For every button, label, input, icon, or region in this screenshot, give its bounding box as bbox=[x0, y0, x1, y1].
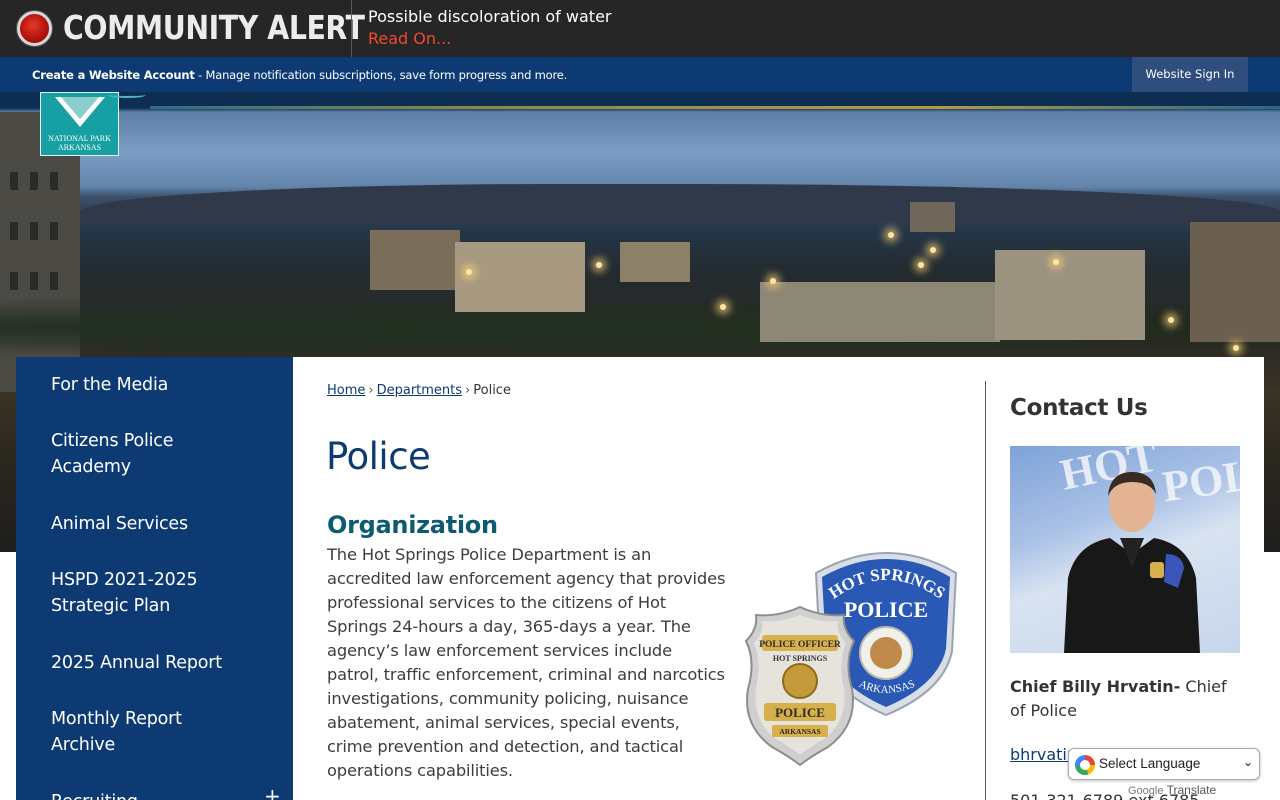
shield-officer-text: POLICE OFFICER bbox=[759, 640, 841, 650]
alert-title: COMMUNITY ALERT bbox=[63, 8, 365, 47]
nav-item-citizens-police-academy[interactable]: Citizens Police Academy bbox=[51, 428, 221, 480]
google-g-icon bbox=[1075, 755, 1095, 775]
expand-plus-icon[interactable]: + bbox=[264, 784, 281, 800]
logo-chevron-icon bbox=[55, 97, 105, 127]
nav-item-animal-services[interactable]: Animal Services bbox=[51, 511, 271, 537]
city-light bbox=[918, 262, 924, 268]
website-sign-in-button[interactable]: Website Sign In bbox=[1132, 57, 1248, 92]
chief-portrait-icon bbox=[1064, 472, 1200, 653]
nav-item-recruiting[interactable]: Recruiting bbox=[51, 789, 251, 800]
logo-swoosh-icon bbox=[108, 92, 146, 98]
city-light bbox=[770, 278, 776, 284]
organization-description: The Hot Springs Police Department is an … bbox=[327, 545, 726, 780]
powered-by-google-translate[interactable]: Google Translate bbox=[1128, 783, 1216, 797]
alert-message[interactable]: Possible discoloration of water bbox=[368, 7, 611, 26]
building bbox=[1190, 222, 1280, 342]
community-alert-bar: COMMUNITY ALERT Possible discoloration o… bbox=[0, 0, 1280, 57]
alert-read-on-link[interactable]: Read On... bbox=[368, 29, 451, 48]
chief-name-bold: Chief Billy Hrvatin- bbox=[1010, 677, 1181, 696]
main-content: Home › Departments › Police Police Organizat… bbox=[293, 357, 1264, 800]
breadcrumb-current: Police bbox=[473, 383, 511, 398]
mountain-ridge bbox=[80, 184, 1280, 224]
language-select[interactable]: Select Language ⌄ bbox=[1068, 748, 1260, 780]
logo-text: NATIONAL PARK ARKANSAS bbox=[41, 134, 118, 152]
breadcrumb-departments-link[interactable]: Departments bbox=[377, 383, 462, 398]
chief-name: Chief Billy Hrvatin- Chief of Police bbox=[1010, 675, 1240, 723]
google-wordmark: Google bbox=[1128, 785, 1164, 797]
language-select-label: Select Language bbox=[1099, 756, 1201, 771]
logo-line-2: ARKANSAS bbox=[57, 143, 102, 152]
shield-city-text: HOT SPRINGS bbox=[773, 654, 828, 663]
alert-divider bbox=[351, 0, 352, 57]
chief-photo: HOT POLIC bbox=[1010, 446, 1240, 653]
city-light bbox=[720, 304, 726, 310]
breadcrumb: Home › Departments › Police bbox=[327, 383, 511, 398]
create-account-link[interactable]: Create a Website Account bbox=[32, 68, 195, 82]
city-light bbox=[596, 262, 602, 268]
nav-item-monthly-report-archive[interactable]: Monthly Report Archive bbox=[51, 706, 231, 758]
building bbox=[910, 202, 955, 232]
city-light bbox=[1053, 259, 1059, 265]
account-bar: Create a Website Account - Manage notifi… bbox=[0, 57, 1280, 92]
shield-state-text: ARKANSAS bbox=[779, 727, 820, 736]
city-light bbox=[466, 269, 472, 275]
police-shield-icon: POLICE OFFICER HOT SPRINGS POLICE ARKANS… bbox=[744, 605, 856, 767]
nav-item-for-the-media[interactable]: For the Media bbox=[51, 372, 271, 398]
account-description: - Manage notification subscriptions, sav… bbox=[194, 68, 568, 82]
building bbox=[760, 282, 1000, 342]
translate-word: Translate bbox=[1166, 783, 1217, 797]
city-logo[interactable]: NATIONAL PARK ARKANSAS bbox=[40, 92, 119, 156]
alert-beacon-icon bbox=[17, 11, 52, 46]
nav-item-annual-report[interactable]: 2025 Annual Report bbox=[51, 650, 281, 676]
account-prompt: Create a Website Account - Manage notifi… bbox=[32, 68, 567, 82]
building bbox=[995, 250, 1145, 340]
content-divider bbox=[985, 381, 986, 800]
breadcrumb-home-link[interactable]: Home bbox=[327, 383, 365, 398]
contact-us-heading: Contact Us bbox=[1010, 395, 1148, 421]
building bbox=[455, 242, 585, 312]
city-light bbox=[930, 247, 936, 253]
building bbox=[620, 242, 690, 282]
city-light bbox=[1168, 317, 1174, 323]
side-navigation: For the Media Citizens Police Academy An… bbox=[16, 357, 293, 800]
header-accent-line bbox=[150, 106, 1280, 109]
page-title: Police bbox=[326, 435, 431, 478]
section-title-organization: Organization bbox=[327, 511, 498, 539]
shield-police-text: POLICE bbox=[775, 705, 825, 720]
breadcrumb-separator: › bbox=[368, 383, 374, 398]
police-badges-image: HOT SPRINGS POLICE ARKANSAS POLICE OFFIC… bbox=[740, 547, 970, 772]
building bbox=[370, 230, 460, 290]
breadcrumb-separator: › bbox=[465, 383, 471, 398]
nav-item-strategic-plan[interactable]: HSPD 2021-2025 Strategic Plan bbox=[51, 567, 251, 619]
city-light bbox=[1233, 345, 1239, 351]
chevron-down-icon: ⌄ bbox=[1243, 755, 1254, 769]
logo-line-1: NATIONAL PARK bbox=[48, 134, 111, 143]
city-light bbox=[888, 232, 894, 238]
